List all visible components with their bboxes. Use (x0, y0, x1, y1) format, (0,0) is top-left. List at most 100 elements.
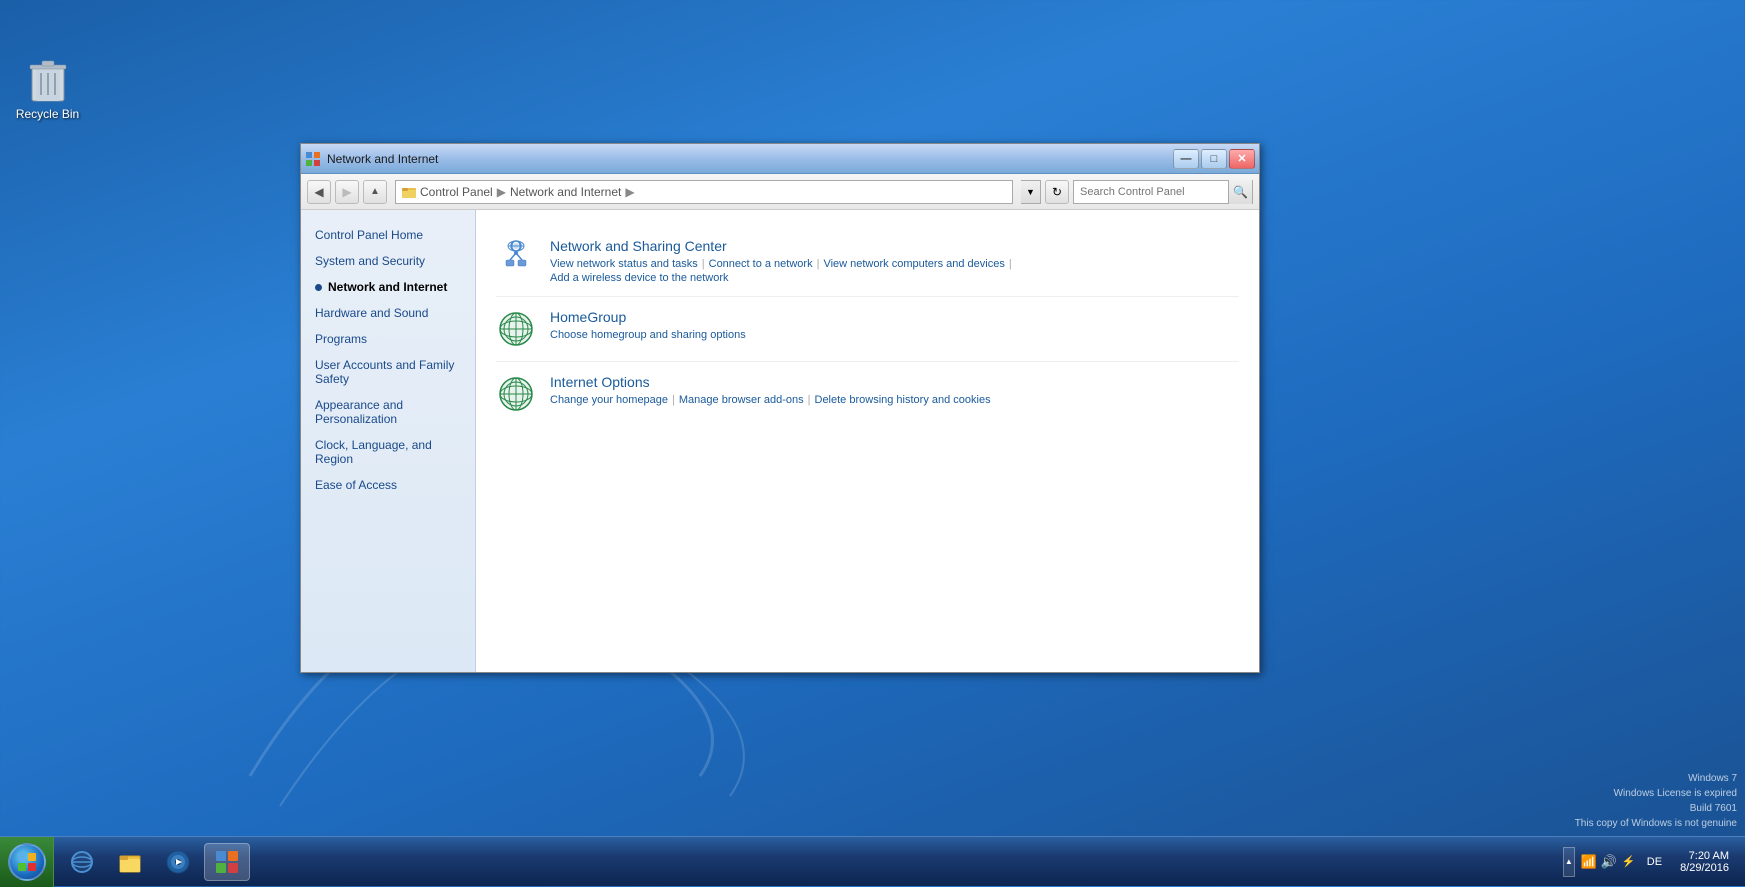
system-tray: ▲ 📶 🔊 ⚡ DE 7:20 AM 8/29/2016 (1555, 846, 1745, 878)
breadcrumb-sep1: ▶ (497, 185, 506, 199)
start-button[interactable] (0, 837, 54, 887)
sidebar-item-ease-access[interactable]: Ease of Access (301, 472, 475, 498)
section-network-sharing: Network and Sharing Center View network … (496, 226, 1239, 297)
internet-options-icon (496, 374, 536, 414)
network-sharing-icon (496, 238, 536, 278)
language-indicator[interactable]: DE (1643, 856, 1666, 868)
internet-options-title[interactable]: Internet Options (550, 374, 1239, 390)
sidebar-item-system-security[interactable]: System and Security (301, 248, 475, 274)
tray-icon-volume[interactable]: 🔊 (1601, 854, 1617, 870)
window-body: Control Panel Home System and Security N… (301, 210, 1259, 672)
minimize-button[interactable]: — (1173, 149, 1199, 169)
sidebar-label: Network and Internet (328, 280, 447, 294)
control-panel-window: Network and Internet — □ ✕ ◀ ▶ ▲ Control… (300, 143, 1260, 673)
sidebar-item-hardware-sound[interactable]: Hardware and Sound (301, 300, 475, 326)
clock-date: 8/29/2016 (1680, 862, 1729, 874)
close-button[interactable]: ✕ (1229, 149, 1255, 169)
window-toolbar: ◀ ▶ ▲ Control Panel ▶ Network and Intern… (301, 174, 1259, 210)
clock-time: 7:20 AM (1680, 850, 1729, 862)
sidebar-label: Programs (315, 332, 367, 346)
main-content: Network and Sharing Center View network … (476, 210, 1259, 672)
show-hidden-icons-button[interactable]: ▲ (1563, 847, 1575, 877)
recycle-bin[interactable]: Recycle Bin (10, 55, 85, 121)
breadcrumb-sep2: ▶ (625, 185, 634, 199)
network-sharing-title[interactable]: Network and Sharing Center (550, 238, 1239, 254)
link-add-wireless[interactable]: Add a wireless device to the network (550, 272, 1239, 284)
refresh-button[interactable]: ↻ (1045, 180, 1069, 204)
sidebar-item-appearance[interactable]: Appearance and Personalization (301, 392, 475, 432)
breadcrumb-part1: Control Panel (420, 185, 493, 199)
notice-line4: This copy of Windows is not genuine (1575, 816, 1737, 831)
window-controls: — □ ✕ (1173, 149, 1255, 169)
explorer-icon (116, 848, 144, 876)
media-player-icon (164, 848, 192, 876)
internet-options-links: Change your homepage | Manage browser ad… (550, 394, 1239, 406)
maximize-button[interactable]: □ (1201, 149, 1227, 169)
windows-notice: Windows 7 Windows License is expired Bui… (1575, 771, 1737, 831)
sidebar-item-control-panel-home[interactable]: Control Panel Home (301, 222, 475, 248)
recycle-bin-label: Recycle Bin (16, 107, 79, 121)
window-title: Network and Internet (327, 152, 438, 166)
taskbar-media-player[interactable] (156, 843, 200, 881)
taskbar: ▲ 📶 🔊 ⚡ DE 7:20 AM 8/29/2016 (0, 836, 1745, 886)
folder-icon (402, 185, 416, 199)
address-bar[interactable]: Control Panel ▶ Network and Internet ▶ (395, 180, 1013, 204)
notice-line1: Windows 7 (1575, 771, 1737, 786)
notice-line3: Build 7601 (1575, 801, 1737, 816)
link-delete-history[interactable]: Delete browsing history and cookies (815, 394, 991, 406)
search-input[interactable] (1074, 181, 1228, 203)
window-titlebar: Network and Internet — □ ✕ (301, 144, 1259, 174)
homegroup-title[interactable]: HomeGroup (550, 309, 1239, 325)
window-icon (305, 151, 321, 167)
network-sharing-links: View network status and tasks | Connect … (550, 258, 1239, 270)
taskbar-control-panel[interactable] (204, 843, 250, 881)
windows-logo (17, 852, 37, 872)
search-bar: 🔍 (1073, 180, 1253, 204)
back-button[interactable]: ◀ (307, 180, 331, 204)
taskbar-items (54, 837, 1555, 886)
up-button[interactable]: ▲ (363, 180, 387, 204)
sidebar-item-network-internet[interactable]: Network and Internet (301, 274, 475, 300)
breadcrumb-part2: Network and Internet (510, 185, 621, 199)
recycle-bin-icon (28, 55, 68, 103)
sidebar-label: Ease of Access (315, 478, 397, 492)
sidebar-label: Appearance and Personalization (315, 398, 461, 426)
address-dropdown-button[interactable]: ▼ (1021, 180, 1041, 204)
start-orb (8, 843, 46, 881)
sidebar-label: Hardware and Sound (315, 306, 428, 320)
link-choose-homegroup[interactable]: Choose homegroup and sharing options (550, 329, 746, 341)
sidebar: Control Panel Home System and Security N… (301, 210, 476, 672)
clock[interactable]: 7:20 AM 8/29/2016 (1672, 846, 1737, 878)
taskbar-explorer[interactable] (108, 843, 152, 881)
homegroup-details: HomeGroup Choose homegroup and sharing o… (550, 309, 1239, 349)
taskbar-ie[interactable] (60, 843, 104, 881)
internet-options-details: Internet Options Change your homepage | … (550, 374, 1239, 414)
control-panel-icon (213, 848, 241, 876)
sidebar-label: Clock, Language, and Region (315, 438, 461, 466)
active-indicator (315, 284, 322, 291)
tray-icon-network[interactable]: 📶 (1581, 854, 1597, 870)
tray-icons: 📶 🔊 ⚡ (1581, 854, 1637, 870)
sidebar-label: System and Security (315, 254, 425, 268)
sidebar-item-clock-lang[interactable]: Clock, Language, and Region (301, 432, 475, 472)
link-view-network-status[interactable]: View network status and tasks (550, 258, 698, 270)
section-homegroup: HomeGroup Choose homegroup and sharing o… (496, 297, 1239, 362)
section-internet-options: Internet Options Change your homepage | … (496, 362, 1239, 426)
notice-line2: Windows License is expired (1575, 786, 1737, 801)
link-manage-addons[interactable]: Manage browser add-ons (679, 394, 804, 406)
homegroup-links: Choose homegroup and sharing options (550, 329, 1239, 341)
homegroup-icon (496, 309, 536, 349)
tray-icon-battery[interactable]: ⚡ (1621, 854, 1637, 870)
link-change-homepage[interactable]: Change your homepage (550, 394, 668, 406)
link-view-network-computers[interactable]: View network computers and devices (823, 258, 1004, 270)
window-title-area: Network and Internet (305, 151, 438, 167)
desktop: Recycle Bin Network and Internet — □ ✕ (0, 0, 1745, 886)
sidebar-label: Control Panel Home (315, 228, 423, 242)
sidebar-item-user-accounts[interactable]: User Accounts and Family Safety (301, 352, 475, 392)
ie-icon (68, 848, 96, 876)
forward-button[interactable]: ▶ (335, 180, 359, 204)
sidebar-label: User Accounts and Family Safety (315, 358, 461, 386)
link-connect-to-network[interactable]: Connect to a network (709, 258, 813, 270)
sidebar-item-programs[interactable]: Programs (301, 326, 475, 352)
search-icon-button[interactable]: 🔍 (1228, 180, 1252, 204)
